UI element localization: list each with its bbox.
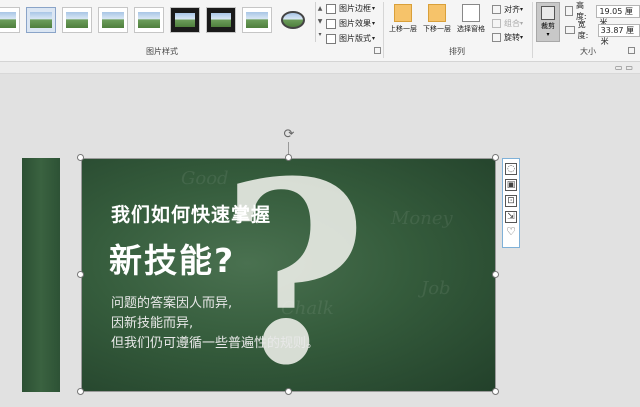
crop-tool-icon[interactable]: ⊡ xyxy=(505,195,517,207)
align-icon xyxy=(492,4,501,14)
resize-handle[interactable] xyxy=(285,154,292,161)
crop-button[interactable]: 裁剪 ▾ xyxy=(536,2,560,42)
picture-border-button[interactable]: 图片边框 ▾ xyxy=(326,2,375,15)
slide-title-line1: 我们如何快速掌握 xyxy=(111,204,272,226)
resize-handle[interactable] xyxy=(77,271,84,278)
rotate-handle-icon[interactable]: ⟳ xyxy=(282,128,296,142)
picture-style-thumb[interactable] xyxy=(278,7,308,33)
resize-tool-icon[interactable]: ⇲ xyxy=(505,211,517,223)
previous-slide-edge[interactable] xyxy=(22,158,60,392)
picture-style-thumb[interactable] xyxy=(206,7,236,33)
picture-style-thumb[interactable] xyxy=(62,7,92,33)
picture-layout-icon xyxy=(326,33,336,44)
slide-body-line: 但我们仍可遵循一些普遍性的规则。 xyxy=(111,336,320,351)
gallery-more-icon[interactable]: ▾ xyxy=(316,28,324,41)
picture-effects-icon xyxy=(326,18,336,29)
picture-layout-button[interactable]: 图片版式 ▾ xyxy=(326,32,375,45)
floating-toolbar: ◌ ▣ ⊡ ⇲ ♡ xyxy=(502,158,520,248)
shape-icon[interactable]: ◌ xyxy=(505,163,517,175)
scroll-down-icon[interactable]: ▼ xyxy=(316,15,324,28)
send-backward-button[interactable]: 下移一层 xyxy=(421,2,453,44)
selection-pane-icon xyxy=(462,4,480,22)
resize-handle[interactable] xyxy=(77,388,84,395)
width-icon xyxy=(565,26,575,34)
picture-style-thumb[interactable] xyxy=(134,7,164,33)
selection-pane-button[interactable]: 选择窗格 xyxy=(455,2,487,44)
picture-effects-button[interactable]: 图片效果 ▾ xyxy=(326,17,375,30)
height-field-row: 高度: 19.05 厘米 xyxy=(565,1,640,27)
group-label-picture-styles: 图片样式 xyxy=(146,47,178,56)
ribbon: ▲ ▼ ▾ 图片边框 ▾ 图片效果 ▾ 图片版式 ▾ 图片样式 上移一层 下移一层 选… xyxy=(0,0,640,62)
picture-style-thumb[interactable] xyxy=(242,7,272,33)
slide-title-line2: 新技能? xyxy=(109,241,236,280)
slide-picture[interactable]: Good Money Chalk Job ? 我们如何快速掌握 新技能? 问题的… xyxy=(81,158,496,392)
size-dialog-launcher-icon[interactable] xyxy=(628,47,635,54)
picture-style-thumb[interactable] xyxy=(98,7,128,33)
scroll-up-icon[interactable]: ▲ xyxy=(316,2,324,15)
bring-forward-icon xyxy=(394,4,412,22)
view-toggle-icons[interactable]: ▭▭ xyxy=(615,63,636,72)
group-button[interactable]: 组合 ▾ xyxy=(492,17,523,29)
resize-handle[interactable] xyxy=(77,154,84,161)
rotate-icon xyxy=(492,32,501,42)
align-button[interactable]: 对齐 ▾ xyxy=(492,3,523,15)
group-label-arrange: 排列 xyxy=(449,47,465,56)
resize-handle[interactable] xyxy=(285,388,292,395)
crop-icon xyxy=(541,6,555,20)
resize-handle[interactable] xyxy=(492,271,499,278)
bring-forward-button[interactable]: 上移一层 xyxy=(387,2,419,44)
question-mark-graphic: ? xyxy=(221,158,368,392)
height-input[interactable]: 19.05 厘米 xyxy=(596,4,640,27)
slide-body-line: 问题的答案因人而异, xyxy=(111,296,233,311)
picture-style-thumb[interactable] xyxy=(26,7,56,33)
gallery-scroll[interactable]: ▲ ▼ ▾ xyxy=(315,2,324,42)
picture-style-gallery xyxy=(0,2,310,40)
group-icon xyxy=(492,18,501,28)
width-field-row: 宽度: 33.87 厘米 xyxy=(565,20,640,46)
height-icon xyxy=(565,6,573,16)
ribbon-subbar: ▭▭ xyxy=(0,62,640,74)
picture-border-icon xyxy=(326,3,336,14)
picture-style-thumb[interactable] xyxy=(170,7,200,33)
dialog-launcher-icon[interactable] xyxy=(374,47,381,54)
width-input[interactable]: 33.87 厘米 xyxy=(597,23,640,46)
rotate-button[interactable]: 旋转 ▾ xyxy=(492,31,523,43)
slide-body-line: 因新技能而异, xyxy=(111,316,194,331)
resize-handle[interactable] xyxy=(492,154,499,161)
picture-icon[interactable]: ▣ xyxy=(505,179,517,191)
send-backward-icon xyxy=(428,4,446,22)
picture-style-thumb[interactable] xyxy=(0,7,20,33)
resize-handle[interactable] xyxy=(492,388,499,395)
group-label-size: 大小 xyxy=(580,47,596,56)
heart-icon[interactable]: ♡ xyxy=(505,226,517,239)
